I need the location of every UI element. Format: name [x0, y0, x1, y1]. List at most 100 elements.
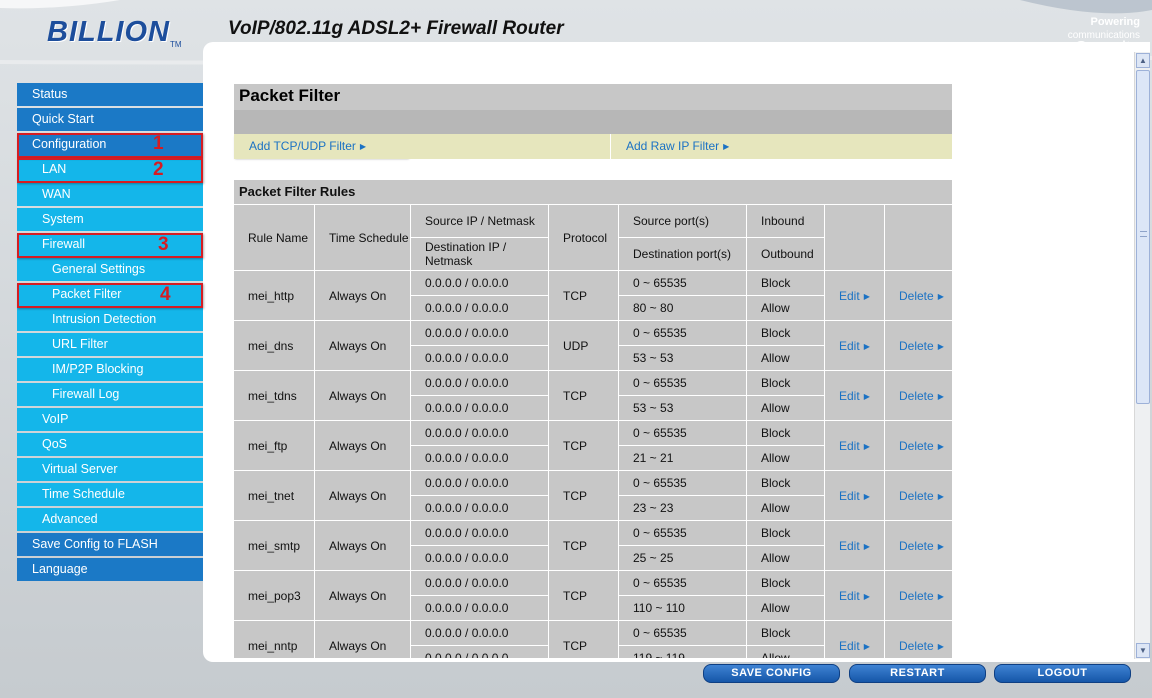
rule-name-cell: mei_ftp — [234, 421, 314, 470]
rule-source-ip-cell: 0.0.0.0 / 0.0.0.0 — [411, 471, 548, 495]
rule-protocol-cell: TCP — [549, 471, 618, 520]
sidebar-item-time-schedule[interactable]: Time Schedule — [17, 483, 203, 506]
rules-table-viewport: Rule Name Time Schedule Source IP / Netm… — [234, 204, 952, 658]
edit-link[interactable]: Edit ▶ — [839, 439, 870, 453]
rule-schedule-cell: Always On — [315, 521, 410, 570]
header-protocol: Protocol — [549, 205, 618, 270]
rule-dest-ip-cell: 0.0.0.0 / 0.0.0.0 — [411, 646, 548, 658]
arrow-right-icon: ▶ — [863, 491, 870, 501]
rule-schedule-cell: Always On — [315, 621, 410, 658]
annotation-box-packet-filter — [17, 283, 203, 308]
annotation-box-configuration — [17, 133, 203, 158]
rule-protocol-cell: TCP — [549, 421, 618, 470]
sidebar-item-language[interactable]: Language — [17, 558, 203, 581]
header-edit-blank — [825, 205, 884, 270]
rule-dest-ip-cell: 0.0.0.0 / 0.0.0.0 — [411, 296, 548, 320]
delete-link[interactable]: Delete ▶ — [899, 439, 944, 453]
edit-link[interactable]: Edit ▶ — [839, 389, 870, 403]
rule-delete-cell: Delete ▶ — [885, 421, 952, 470]
header-outbound: Outbound — [747, 238, 824, 270]
sidebar-item-quick-start[interactable]: Quick Start — [17, 108, 203, 131]
page-title: Packet Filter — [234, 84, 952, 110]
delete-link[interactable]: Delete ▶ — [899, 389, 944, 403]
delete-link[interactable]: Delete ▶ — [899, 539, 944, 553]
rule-name-cell: mei_pop3 — [234, 571, 314, 620]
delete-label: Delete — [899, 638, 934, 653]
rule-edit-cell: Edit ▶ — [825, 471, 884, 520]
table-row: mei_pop3 Always On 0.0.0.0 / 0.0.0.0 TCP 0 ~… — [234, 571, 952, 620]
header-rule-name: Rule Name — [234, 205, 314, 270]
rule-dest-ip-cell: 0.0.0.0 / 0.0.0.0 — [411, 546, 548, 570]
rule-delete-cell: Delete ▶ — [885, 321, 952, 370]
rule-schedule-cell: Always On — [315, 271, 410, 320]
delete-label: Delete — [899, 288, 934, 303]
sidebar-item-firewall-log[interactable]: Firewall Log — [17, 383, 203, 406]
rule-protocol-cell: TCP — [549, 271, 618, 320]
edit-link[interactable]: Edit ▶ — [839, 289, 870, 303]
rule-dest-ip-cell: 0.0.0.0 / 0.0.0.0 — [411, 446, 548, 470]
vertical-scrollbar[interactable]: ▲ ▼ — [1134, 52, 1150, 659]
scrollbar-thumb[interactable] — [1136, 70, 1150, 404]
delete-link[interactable]: Delete ▶ — [899, 339, 944, 353]
sidebar-item-voip[interactable]: VoIP — [17, 408, 203, 431]
sidebar-item-virtual-server[interactable]: Virtual Server — [17, 458, 203, 481]
edit-link[interactable]: Edit ▶ — [839, 639, 870, 653]
arrow-right-icon: ▶ — [863, 341, 870, 351]
table-row: mei_nntp Always On 0.0.0.0 / 0.0.0.0 TCP 0 ~… — [234, 621, 952, 658]
header-dest-port: Destination port(s) — [619, 238, 746, 270]
delete-link[interactable]: Delete ▶ — [899, 489, 944, 503]
arrow-right-icon: ▶ — [863, 641, 870, 651]
rule-source-ip-cell: 0.0.0.0 / 0.0.0.0 — [411, 271, 548, 295]
edit-link[interactable]: Edit ▶ — [839, 489, 870, 503]
add-raw-ip-filter-link[interactable]: Add Raw IP Filter ▶ — [626, 139, 729, 153]
rule-schedule-cell: Always On — [315, 371, 410, 420]
edit-link[interactable]: Edit ▶ — [839, 589, 870, 603]
packet-filter-rules-table: Rule Name Time Schedule Source IP / Netm… — [234, 204, 952, 658]
restart-button[interactable]: RESTART — [849, 664, 986, 683]
title-separator-bar — [234, 110, 952, 134]
rule-outbound-cell: Allow — [747, 396, 824, 420]
add-tcp-udp-filter-link[interactable]: Add TCP/UDP Filter ▶ — [249, 139, 366, 153]
product-title: VoIP/802.11g ADSL2+ Firewall Router — [228, 18, 564, 39]
add-tcp-udp-label: Add TCP/UDP Filter — [249, 139, 356, 153]
rule-name-cell: mei_smtp — [234, 521, 314, 570]
rule-edit-cell: Edit ▶ — [825, 521, 884, 570]
sidebar-item-system[interactable]: System — [17, 208, 203, 231]
rule-edit-cell: Edit ▶ — [825, 421, 884, 470]
rule-delete-cell: Delete ▶ — [885, 571, 952, 620]
rule-schedule-cell: Always On — [315, 571, 410, 620]
sidebar-item-intrusion-detection[interactable]: Intrusion Detection — [17, 308, 203, 331]
edit-link[interactable]: Edit ▶ — [839, 339, 870, 353]
rule-edit-cell: Edit ▶ — [825, 571, 884, 620]
sidebar-item-general-settings[interactable]: General Settings — [17, 258, 203, 281]
annotation-box-lan — [17, 158, 203, 183]
table-row: mei_tnet Always On 0.0.0.0 / 0.0.0.0 TCP 0 ~… — [234, 471, 952, 520]
sidebar-item-qos[interactable]: QoS — [17, 433, 203, 456]
sidebar-item-wan[interactable]: WAN — [17, 183, 203, 206]
delete-link[interactable]: Delete ▶ — [899, 289, 944, 303]
save-config-button[interactable]: SAVE CONFIG — [703, 664, 840, 683]
rule-source-port-cell: 0 ~ 65535 — [619, 271, 746, 295]
rule-protocol-cell: TCP — [549, 571, 618, 620]
rule-schedule-cell: Always On — [315, 421, 410, 470]
rule-protocol-cell: TCP — [549, 521, 618, 570]
delete-link[interactable]: Delete ▶ — [899, 639, 944, 653]
sidebar-item-im-p2p-blocking[interactable]: IM/P2P Blocking — [17, 358, 203, 381]
scroll-up-icon[interactable]: ▲ — [1136, 53, 1150, 68]
rule-edit-cell: Edit ▶ — [825, 321, 884, 370]
scroll-down-icon[interactable]: ▼ — [1136, 643, 1150, 658]
rule-source-port-cell: 0 ~ 65535 — [619, 421, 746, 445]
delete-link[interactable]: Delete ▶ — [899, 589, 944, 603]
sidebar-item-advanced[interactable]: Advanced — [17, 508, 203, 531]
logout-button[interactable]: LOGOUT — [994, 664, 1131, 683]
rule-name-cell: mei_http — [234, 271, 314, 320]
rule-dest-port-cell: 23 ~ 23 — [619, 496, 746, 520]
sidebar-item-status[interactable]: Status — [17, 83, 203, 106]
sidebar-item-save-config[interactable]: Save Config to FLASH — [17, 533, 203, 556]
rule-delete-cell: Delete ▶ — [885, 621, 952, 658]
table-row: mei_smtp Always On 0.0.0.0 / 0.0.0.0 TCP 0 ~… — [234, 521, 952, 570]
rule-source-port-cell: 0 ~ 65535 — [619, 471, 746, 495]
edit-link[interactable]: Edit ▶ — [839, 539, 870, 553]
sidebar-item-url-filter[interactable]: URL Filter — [17, 333, 203, 356]
arrow-right-icon: ▶ — [937, 591, 944, 601]
